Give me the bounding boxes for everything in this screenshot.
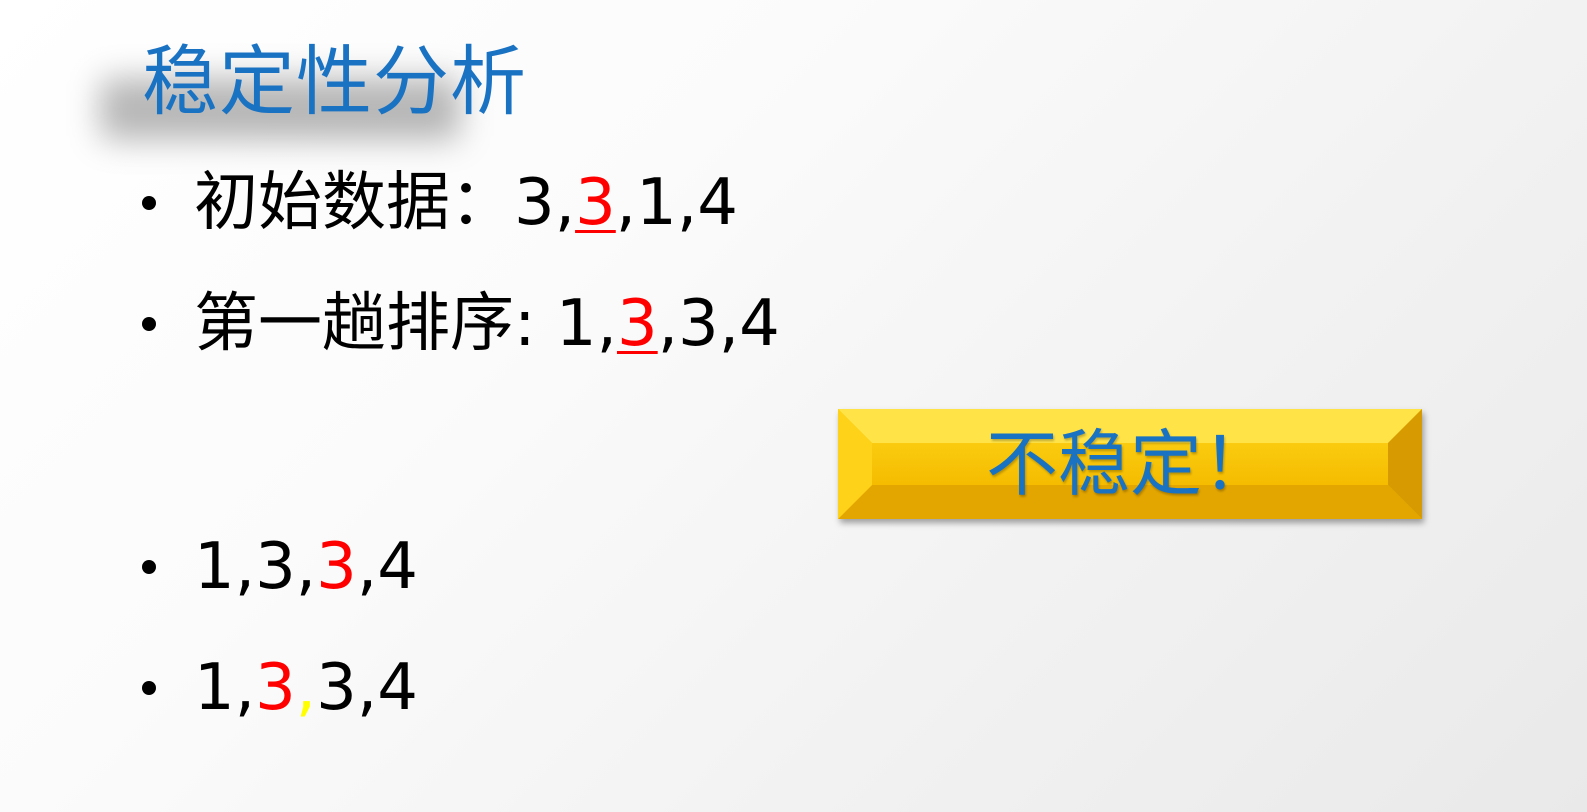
- highlighted-value: 3: [255, 651, 296, 725]
- slide: 稳定性分析 初始数据： 3, 3 ,1,4 第一趟排序: 1, 3 ,3,4 不…: [0, 0, 1587, 812]
- bullet-first-pass: 第一趟排序: 1, 3 ,3,4: [142, 284, 780, 364]
- slide-title: 稳定性分析: [142, 37, 527, 126]
- value-segment: 3,4: [316, 651, 418, 725]
- value-segment: ,4: [356, 530, 418, 604]
- highlighted-value: 3: [575, 166, 616, 240]
- bullet-dot-icon: [142, 681, 156, 695]
- value-segment: 1,: [555, 287, 617, 361]
- value-segment: 1,3,: [194, 530, 317, 604]
- bullet-sequence-b: 1, 3 , 3,4: [142, 648, 418, 728]
- badge-text: 不稳定！: [985, 422, 1274, 506]
- value-segment: ,3,4: [657, 287, 780, 361]
- highlighted-value: 3: [316, 530, 357, 604]
- value-segment: 3,: [514, 166, 576, 240]
- bullet-label: 初始数据：: [194, 166, 514, 240]
- value-segment: ,1,4: [615, 166, 738, 240]
- bullet-sequence-a: 1,3, 3 ,4: [142, 527, 418, 607]
- bullet-dot-icon: [142, 560, 156, 574]
- bullet-dot-icon: [142, 196, 156, 210]
- bullet-dot-icon: [142, 317, 156, 331]
- highlighted-comma: ,: [295, 651, 317, 725]
- highlighted-value: 3: [616, 287, 658, 361]
- unstable-badge: 不稳定！: [838, 409, 1422, 519]
- value-segment: 1,: [194, 651, 256, 725]
- bullet-initial-data: 初始数据： 3, 3 ,1,4: [142, 163, 738, 243]
- bullet-label: 第一趟排序:: [194, 287, 556, 361]
